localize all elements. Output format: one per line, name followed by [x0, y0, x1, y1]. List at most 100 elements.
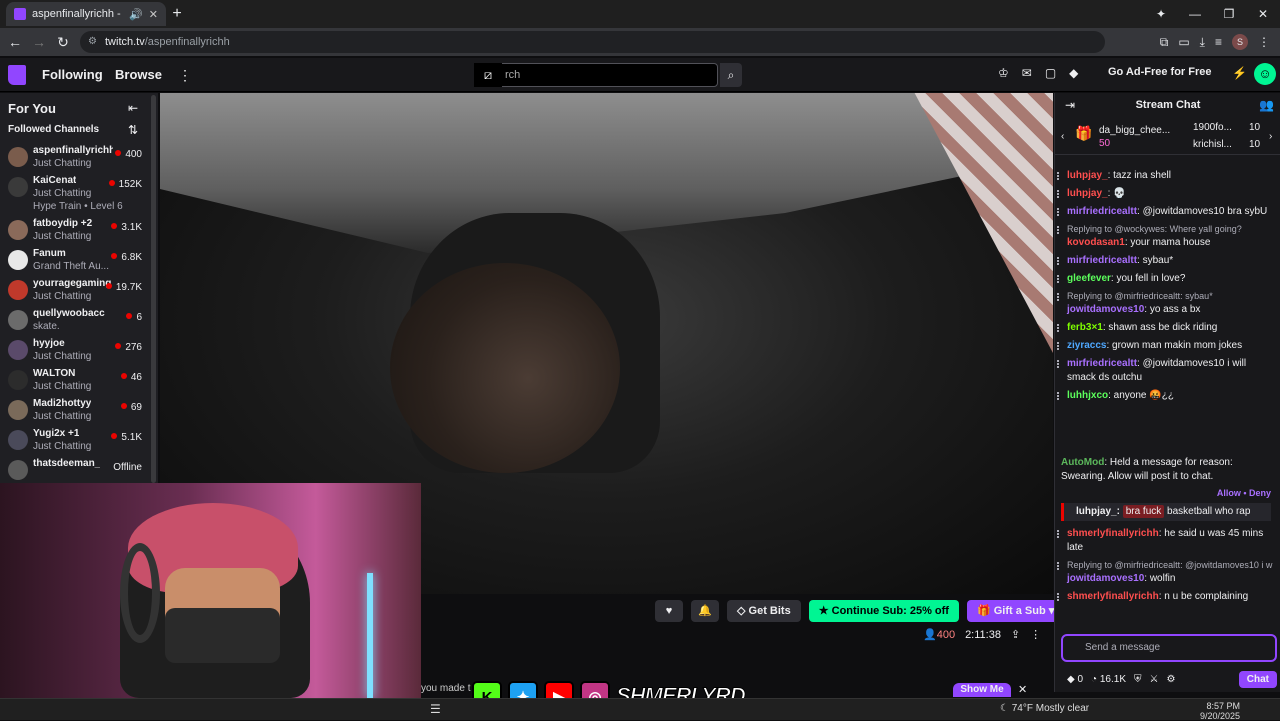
inbox-icon[interactable]: ✉	[1022, 66, 1032, 80]
chat-message[interactable]: luhpjay_: tazz ina shell	[1055, 167, 1280, 185]
chat-username[interactable]: jowitdamoves10	[1067, 573, 1144, 584]
channel-category: Just Chatting	[33, 381, 92, 392]
shield-icon[interactable]: ⛨	[1134, 674, 1142, 685]
community-icon[interactable]: 👥	[1259, 98, 1274, 112]
taskbar-clock[interactable]: 8:57 PM 9/20/2025	[1200, 701, 1240, 721]
chat-message[interactable]: Replying to @wockywes: Where yall going?…	[1055, 221, 1280, 252]
bits-icon[interactable]: ◆	[1069, 66, 1078, 80]
chat-message[interactable]: mirfriedricealtt: @jowitdamoves10 bra sy…	[1055, 203, 1280, 221]
chat-message[interactable]: shmerlyfinallyrichh: n u be complaining	[1055, 588, 1280, 606]
twitch-logo-icon[interactable]	[8, 65, 26, 85]
notification-bell-icon[interactable]: 🔔	[691, 600, 719, 622]
chat-username[interactable]: ziyraccs	[1067, 340, 1106, 351]
sort-icon[interactable]: ⇅	[128, 123, 138, 137]
restore-button[interactable]: ❐	[1212, 0, 1246, 28]
sidebar-channel[interactable]: hyyjoe Just Chatting 276	[0, 336, 150, 366]
settings-icon[interactable]: ⚙	[1166, 674, 1175, 685]
chat-message[interactable]: shmerlyfinallyrichh: he said u was 45 mi…	[1055, 525, 1280, 557]
leaderboard-prev-icon[interactable]: ‹	[1061, 131, 1064, 142]
sidebar-channel[interactable]: KaiCenat Just Chatting Hype Train • Level …	[0, 173, 150, 216]
banner-close-icon[interactable]: ✕	[1018, 683, 1027, 696]
show-me-button[interactable]: Show Me	[953, 683, 1011, 697]
points-count[interactable]: ◔ 16.1K	[1091, 674, 1126, 685]
chat-send-button[interactable]: Chat	[1238, 670, 1277, 688]
chat-username[interactable]: shmerlyfinallyrichh	[1067, 591, 1159, 602]
chat-username[interactable]: mirfriedricealtt	[1067, 206, 1137, 217]
nav-following[interactable]: Following	[42, 67, 103, 82]
nav-browse[interactable]: Browse	[115, 67, 162, 82]
browser-tab[interactable]: aspenfinallyrichh - Twitch 🔊 ✕	[6, 2, 166, 26]
ad-free-button[interactable]: Go Ad-Free for Free	[1108, 66, 1212, 78]
chat-username[interactable]: shmerlyfinallyrichh	[1067, 528, 1159, 539]
chat-username[interactable]: luhpjay_	[1067, 188, 1108, 199]
chat-message[interactable]: luhpjay_: 💀	[1055, 185, 1280, 203]
sidebar-channel[interactable]: WALTON Just Chatting 46	[0, 366, 150, 396]
back-button[interactable]: ←	[6, 33, 24, 51]
new-tab-button[interactable]: +	[168, 5, 186, 23]
chat-message[interactable]: Replying to @mirfriedricealtt: sybau* jow…	[1055, 288, 1280, 319]
search-icon[interactable]: ⌕	[720, 63, 742, 87]
sidebar-channel[interactable]: quellywoobacc skate. 6	[0, 306, 150, 336]
chat-input[interactable]: Send a message	[1061, 634, 1277, 662]
whispers-icon[interactable]: ▢	[1045, 66, 1056, 80]
chat-username[interactable]: kovodasan1	[1067, 237, 1125, 248]
chat-message[interactable]: Replying to @mirfriedricealtt: @jowitdam…	[1055, 557, 1280, 588]
prime-icon[interactable]: ⚡	[1232, 66, 1247, 80]
window-close-button[interactable]: ✕	[1246, 0, 1280, 28]
chat-username[interactable]: luhhjxco	[1067, 390, 1108, 401]
extensions-icon[interactable]: ⧉	[1160, 35, 1169, 50]
sidebar-channel[interactable]: thatsdeeman_ Offline	[0, 456, 150, 486]
chat-message[interactable]: mirfriedricealtt: sybau*	[1055, 252, 1280, 270]
sidebar-channel[interactable]: Madi2hottyy Just Chatting 69	[0, 396, 150, 426]
chat-username[interactable]: gleefever	[1067, 273, 1111, 284]
share-icon[interactable]: ⇪	[1011, 628, 1020, 641]
chat-username[interactable]: luhpjay_	[1067, 170, 1108, 181]
cast-icon[interactable]: ▭	[1178, 35, 1189, 49]
continue-sub-button[interactable]: ★ Continue Sub: 25% off	[808, 600, 959, 622]
collapse-chat-icon[interactable]: ⇥	[1065, 98, 1075, 112]
leaderboard-next-icon[interactable]: ›	[1269, 131, 1272, 142]
profile-avatar[interactable]: S	[1232, 34, 1248, 50]
sidebar-channel[interactable]: aspenfinallyrichh Just Chatting 400	[0, 143, 150, 173]
sidebar-channel[interactable]: fatboydip +2 Just Chatting 3.1K	[0, 216, 150, 246]
get-bits-button[interactable]: ◇ Get Bits	[727, 600, 801, 622]
chat-messages: luhpjay_: tazz ina shell luhpjay_: 💀 mirfr…	[1055, 167, 1280, 405]
browser-menu-icon[interactable]: ⋮	[1258, 35, 1270, 49]
allow-button[interactable]: Allow	[1217, 488, 1241, 498]
download-icon[interactable]: ⤓	[1200, 35, 1205, 50]
crown-icon[interactable]: ♔	[998, 66, 1009, 80]
chat-message[interactable]: luhhjxco: anyone 🤬¿¿	[1055, 387, 1280, 405]
playlist-icon[interactable]: ≡	[1215, 35, 1222, 49]
url-field[interactable]: twitch.tv/aspenfinallyrichh	[80, 31, 1105, 53]
gift-sub-button[interactable]: 🎁 Gift a Sub ▾	[966, 600, 1065, 622]
chat-username[interactable]: jowitdamoves10	[1067, 304, 1144, 315]
speaker-icon[interactable]: 🔊	[129, 8, 143, 21]
user-avatar[interactable]: ☺	[1254, 63, 1276, 85]
taskbar-app-icon[interactable]: ☰	[430, 702, 441, 716]
sidebar-channel[interactable]: Fanum Grand Theft Au... 6.8K	[0, 246, 150, 276]
deny-button[interactable]: Deny	[1249, 488, 1271, 498]
site-info-icon[interactable]: ⚙	[88, 36, 100, 48]
chat-username[interactable]: mirfriedricealtt	[1067, 255, 1137, 266]
sidebar-scrollbar[interactable]	[151, 95, 156, 483]
follow-heart-icon[interactable]: ♥	[655, 600, 683, 622]
search-input[interactable]: rch	[474, 63, 718, 87]
weather-widget[interactable]: ☾ 74°F Mostly clear	[1000, 703, 1089, 714]
collapse-sidebar-icon[interactable]: ⇤	[128, 101, 138, 115]
sparkle-icon[interactable]: ✦	[1144, 0, 1178, 28]
more-options-icon[interactable]: ⋮	[1030, 628, 1041, 641]
forward-button[interactable]: →	[30, 33, 48, 51]
more-menu-icon[interactable]: ⋮	[178, 67, 192, 84]
minimize-button[interactable]: —	[1178, 0, 1212, 28]
chat-username[interactable]: mirfriedricealtt	[1067, 358, 1137, 369]
sidebar-channel[interactable]: Yugi2x +1 Just Chatting 5.1K	[0, 426, 150, 456]
chat-message[interactable]: mirfriedricealtt: @jowitdamoves10 i will…	[1055, 355, 1280, 387]
chat-message[interactable]: ferb3×1: shawn ass be dick riding	[1055, 319, 1280, 337]
mod-sword-icon[interactable]: ⚔	[1150, 674, 1159, 685]
reload-button[interactable]: ↻	[54, 33, 72, 51]
sidebar-channel[interactable]: yourragegaming Just Chatting 19.7K	[0, 276, 150, 306]
chat-username[interactable]: ferb3×1	[1067, 322, 1103, 333]
chat-message[interactable]: gleefever: you fell in love?	[1055, 270, 1280, 288]
chat-message[interactable]: ziyraccs: grown man makin mom jokes	[1055, 337, 1280, 355]
tab-close-icon[interactable]: ✕	[149, 8, 158, 21]
